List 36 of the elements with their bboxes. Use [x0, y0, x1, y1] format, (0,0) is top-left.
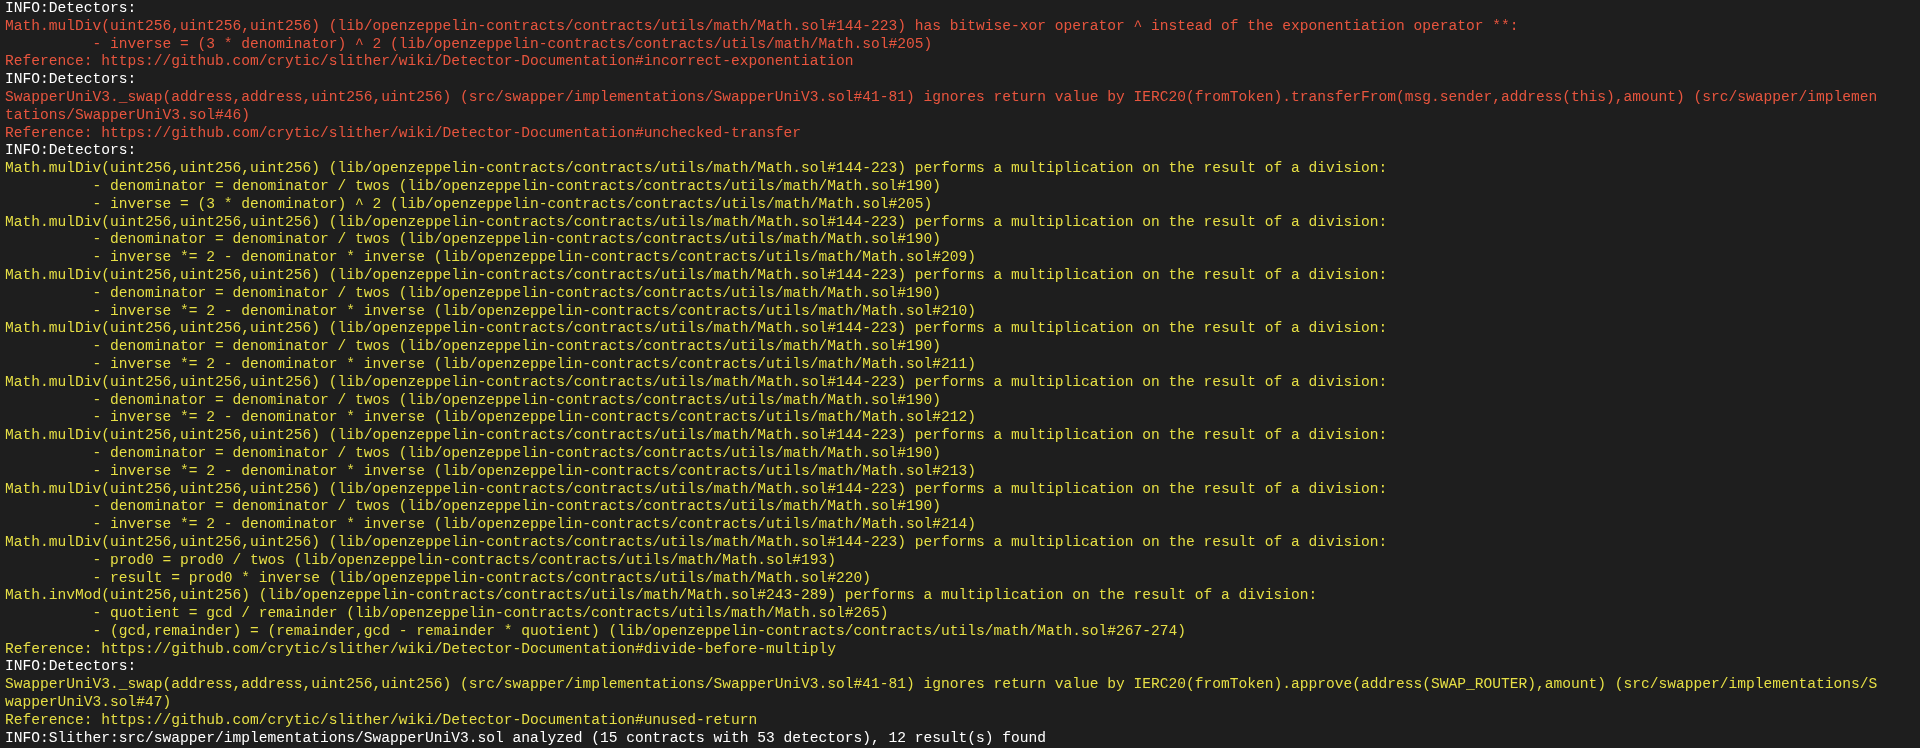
detail-line: - denominator = denominator / twos (lib/openzeppelin-contracts/contracts/utils/math/Math.sol#190)	[91, 391, 943, 410]
finding-line: Math.mulDiv(uint256,uint256,uint256) (lib/openzeppelin-contracts/contracts/utils/math/Math.sol#144-223) performs a multiplication on the result of a division:	[5, 533, 1389, 552]
detail-line: - inverse *= 2 - denominator * inverse (lib/openzeppelin-contracts/contracts/utils/math/Math.sol#211)	[91, 355, 978, 374]
log-line: INFO:Slither:src/swapper/implementations/SwapperUniV3.sol analyzed (15 contracts with 53 detectors), 12 result(s) found	[5, 729, 1048, 748]
detail-line: - inverse = (3 * denominator) ^ 2 (lib/openzeppelin-contracts/contracts/utils/math/Math.sol#205)	[91, 195, 934, 214]
finding-line: Math.mulDiv(uint256,uint256,uint256) (lib/openzeppelin-contracts/contracts/utils/math/Math.sol#144-223) performs a multiplication on the result of a division:	[5, 480, 1389, 499]
detail-line: - inverse = (3 * denominator) ^ 2 (lib/openzeppelin-contracts/contracts/utils/math/Math.sol#205)	[91, 35, 934, 54]
detail-line: - denominator = denominator / twos (lib/openzeppelin-contracts/contracts/utils/math/Math.sol#190)	[91, 231, 943, 250]
finding-line: Math.mulDiv(uint256,uint256,uint256) (lib/openzeppelin-contracts/contracts/utils/math/Math.sol#144-223) performs a multiplication on the result of a division:	[5, 266, 1389, 285]
detail-line: - inverse *= 2 - denominator * inverse (lib/openzeppelin-contracts/contracts/utils/math/Math.sol#209)	[91, 249, 978, 267]
finding-line: Math.mulDiv(uint256,uint256,uint256) (lib/openzeppelin-contracts/contracts/utils/math/Math.sol#144-223) has bitwise-xor operator ^ instead of the exponentiation operator **:	[5, 17, 1520, 36]
detail-line: - inverse *= 2 - denominator * inverse (lib/openzeppelin-contracts/contracts/utils/math/Math.sol#210)	[91, 302, 978, 321]
finding-line: Math.mulDiv(uint256,uint256,uint256) (lib/openzeppelin-contracts/contracts/utils/math/Math.sol#144-223) performs a multiplication on the result of a division:	[5, 320, 1389, 339]
detail-line: - denominator = denominator / twos (lib/openzeppelin-contracts/contracts/utils/math/Math.sol#190)	[91, 338, 943, 356]
detail-line: - inverse *= 2 - denominator * inverse (lib/openzeppelin-contracts/contracts/utils/math/Math.sol#214)	[91, 516, 978, 534]
finding-line: Math.mulDiv(uint256,uint256,uint256) (lib/openzeppelin-contracts/contracts/utils/math/Math.sol#144-223) performs a multiplication on the result of a division:	[5, 213, 1389, 232]
log-line: INFO:Detectors:	[5, 142, 138, 161]
detail-line: - denominator = denominator / twos (lib/openzeppelin-contracts/contracts/utils/math/Math.sol#190)	[91, 284, 943, 303]
detail-line: - result = prod0 * inverse (lib/openzeppelin-contracts/contracts/utils/math/Math.sol#220)	[91, 569, 873, 588]
finding-line: Math.mulDiv(uint256,uint256,uint256) (lib/openzeppelin-contracts/contracts/utils/math/Math.sol#144-223) performs a multiplication on the result of a division:	[5, 373, 1389, 392]
finding-line: Math.invMod(uint256,uint256) (lib/openzeppelin-contracts/contracts/utils/math/Math.sol#243-289) performs a multiplication on the result of a division:	[5, 587, 1319, 606]
finding-line: SwapperUniV3._swap(address,address,uint256,uint256) (src/swapper/implementations/SwapperUniV3.sol#41-81) ignores return value by IERC20(fromToken).approve(address(SWAP_ROUTER),amount) (src/swapper/implementations/SwapperUniV3.sol#47)	[5, 676, 1879, 712]
detail-line: - quotient = gcd / remainder (lib/openzeppelin-contracts/contracts/utils/math/Math.sol#265)	[91, 605, 890, 623]
log-line: INFO:Detectors:	[5, 71, 138, 89]
detail-line: - inverse *= 2 - denominator * inverse (lib/openzeppelin-contracts/contracts/utils/math/Math.sol#212)	[91, 409, 978, 428]
finding-line: Math.mulDiv(uint256,uint256,uint256) (lib/openzeppelin-contracts/contracts/utils/math/Math.sol#144-223) performs a multiplication on the result of a division:	[5, 160, 1389, 178]
log-line: INFO:Detectors:	[5, 0, 138, 18]
log-line: INFO:Detectors:	[5, 658, 138, 677]
detail-line: - prod0 = prod0 / twos (lib/openzeppelin-contracts/contracts/utils/math/Math.sol#193)	[91, 551, 838, 570]
finding-line: Math.mulDiv(uint256,uint256,uint256) (lib/openzeppelin-contracts/contracts/utils/math/Math.sol#144-223) performs a multiplication on the result of a division:	[5, 427, 1389, 445]
detail-line: - denominator = denominator / twos (lib/openzeppelin-contracts/contracts/utils/math/Math.sol#190)	[91, 498, 943, 517]
detail-line: - denominator = denominator / twos (lib/openzeppelin-contracts/contracts/utils/math/Math.sol#190)	[91, 177, 943, 196]
detail-line: - (gcd,remainder) = (remainder,gcd - remainder * quotient) (lib/openzeppelin-contracts/contracts/utils/math/Math.sol#267-274)	[91, 622, 1187, 641]
detail-line: - denominator = denominator / twos (lib/openzeppelin-contracts/contracts/utils/math/Math.sol#190)	[91, 444, 943, 463]
finding-line: SwapperUniV3._swap(address,address,uint256,uint256) (src/swapper/implementations/SwapperUniV3.sol#41-81) ignores return value by IERC20(fromToken).transferFrom(msg.sender,address(this),amount) (src/swapper/implementations/SwapperUniV3.sol#46)	[5, 89, 1879, 125]
detail-line: - inverse *= 2 - denominator * inverse (lib/openzeppelin-contracts/contracts/utils/math/Math.sol#213)	[91, 462, 978, 481]
